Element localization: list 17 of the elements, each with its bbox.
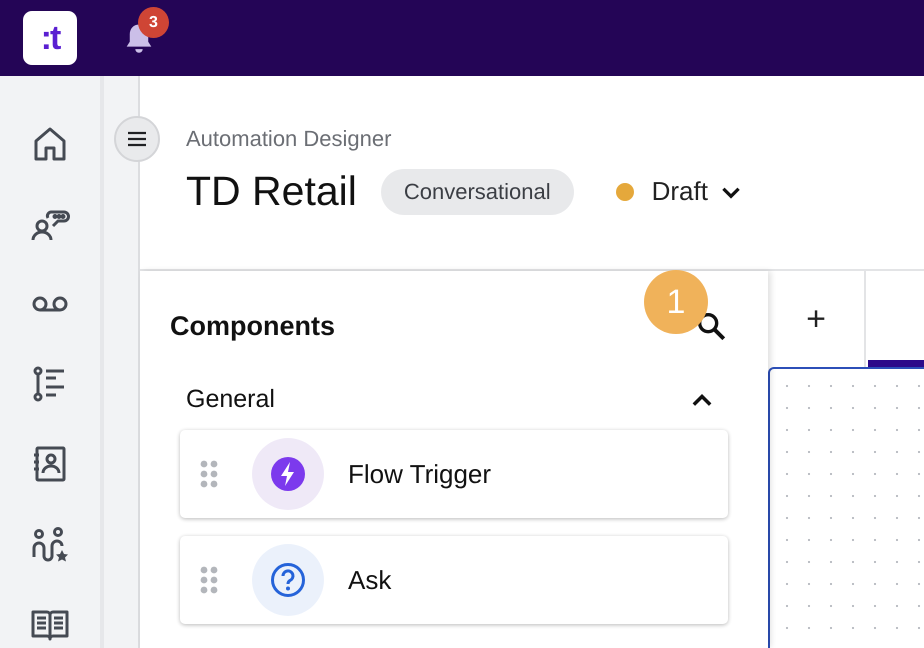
menu-button[interactable] xyxy=(114,116,160,162)
breadcrumb: Automation Designer xyxy=(186,126,392,151)
component-card[interactable]: Ask xyxy=(180,536,728,624)
status-dropdown[interactable]: Draft xyxy=(616,176,744,207)
notification-badge: 3 xyxy=(138,7,169,38)
component-card[interactable]: Flow Trigger xyxy=(180,430,728,518)
component-label: Ask xyxy=(348,564,392,596)
drag-handle-icon[interactable] xyxy=(200,460,218,488)
drag-handle-icon[interactable] xyxy=(200,566,218,594)
step-marker: 1 xyxy=(644,270,708,334)
panel-title: Components xyxy=(170,310,335,342)
section-header[interactable]: General xyxy=(170,381,728,418)
component-label: Flow Trigger xyxy=(348,458,492,490)
page-title: TD Retail xyxy=(186,168,357,215)
type-chip: Conversational xyxy=(380,168,574,214)
app-logo[interactable]: :t xyxy=(23,11,77,65)
people-star-icon[interactable] xyxy=(30,524,70,564)
